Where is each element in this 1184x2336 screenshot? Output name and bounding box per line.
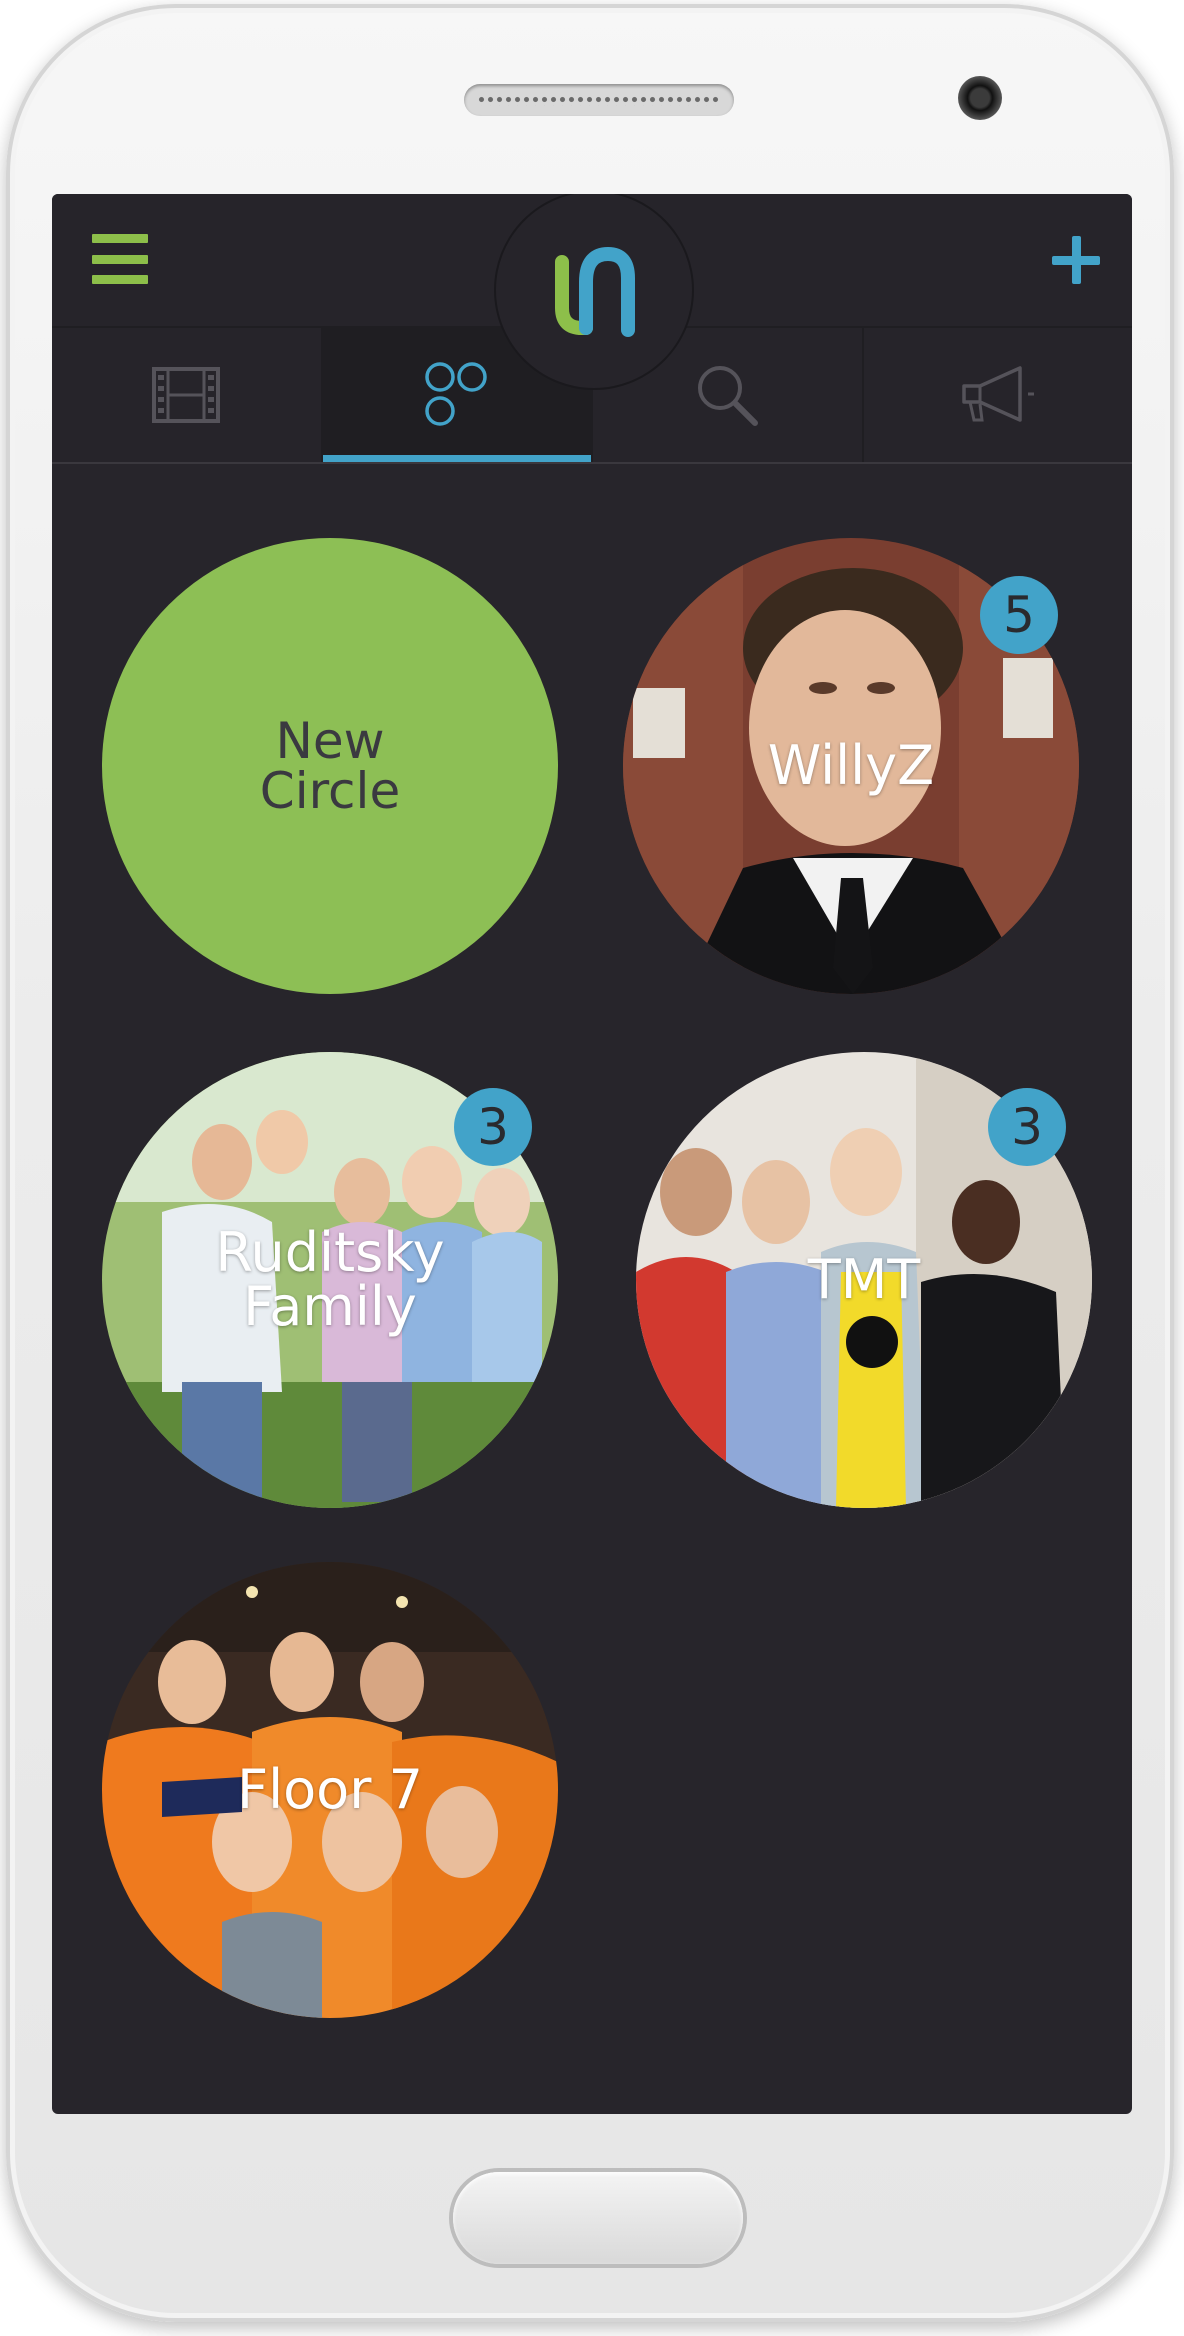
front-camera <box>958 76 1002 120</box>
app-screen: New Circle WillyZ 5 Ruditsky Family 3 TM… <box>52 194 1132 2114</box>
circle-item-floor-7[interactable]: Floor 7 <box>102 1562 558 2018</box>
plus-icon[interactable] <box>1046 230 1106 290</box>
film-strip-icon <box>152 367 221 423</box>
earpiece-speaker <box>464 84 734 116</box>
circles-grid: New Circle WillyZ 5 Ruditsky Family 3 TM… <box>52 462 1132 2114</box>
unread-badge: 3 <box>988 1088 1066 1166</box>
tab-announcements[interactable] <box>864 328 1133 462</box>
megaphone-icon <box>962 366 1034 422</box>
home-button[interactable] <box>453 2172 743 2264</box>
unread-badge: 5 <box>980 576 1058 654</box>
circle-label: New Circle <box>259 712 401 820</box>
app-logo-icon[interactable] <box>496 194 692 388</box>
unread-badge: 3 <box>454 1088 532 1166</box>
hamburger-menu-icon[interactable] <box>92 234 148 284</box>
circle-label: Floor 7 <box>237 1758 423 1821</box>
search-icon <box>698 366 759 426</box>
tab-videos[interactable] <box>52 328 323 462</box>
new-circle-button[interactable]: New Circle <box>102 538 558 994</box>
circles-icon <box>425 362 487 426</box>
